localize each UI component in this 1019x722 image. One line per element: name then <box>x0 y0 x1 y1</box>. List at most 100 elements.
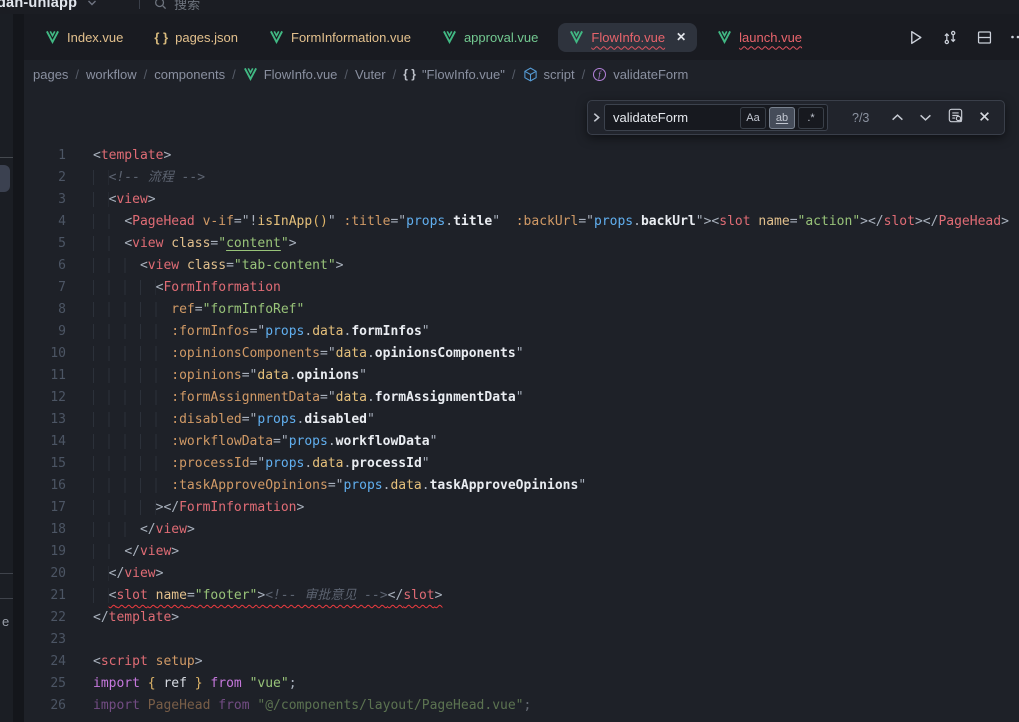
code-line-13[interactable]: 13 :disabled="props.disabled" <box>24 409 1019 431</box>
code-line-25[interactable]: 25import { ref } from "vue"; <box>24 673 1019 695</box>
breadcrumb-item-components[interactable]: components <box>154 67 225 82</box>
code-line-19[interactable]: 19 </view> <box>24 541 1019 563</box>
tab-list: Index.vue { }pages.json FormInformation.vu… <box>34 23 822 52</box>
code-line-8[interactable]: 8 ref="formInfoRef" <box>24 299 1019 321</box>
compare-changes-button[interactable] <box>941 29 959 46</box>
breadcrumb-item-vuter[interactable]: Vuter <box>355 67 386 82</box>
tab-pages-json[interactable]: { }pages.json <box>143 23 249 52</box>
line-number: 4 <box>24 211 66 233</box>
tab-forminformation-vue[interactable]: FormInformation.vue <box>258 23 422 52</box>
line-number: 7 <box>24 277 66 299</box>
code-line-12[interactable]: 12 :formAssignmentData="data.formAssignm… <box>24 387 1019 409</box>
breadcrumb-item-flowinfo-vue[interactable]: FlowInfo.vue <box>243 67 338 82</box>
code-line-4[interactable]: 4 <PageHead v-if="!isInApp()" :title="pr… <box>24 211 1019 233</box>
toggle-replace-chevron-icon[interactable] <box>588 112 604 123</box>
code-line-6[interactable]: 6 <view class="tab-content"> <box>24 255 1019 277</box>
editor-group: Index.vue { }pages.json FormInformation.vu… <box>24 14 1019 722</box>
function-icon: f <box>592 67 607 82</box>
find-next-button[interactable] <box>919 109 932 127</box>
code-line-15[interactable]: 15 :processId="props.data.processId" <box>24 453 1019 475</box>
breadcrumb-label: components <box>154 67 225 82</box>
breadcrumb: pages/workflow/components/FlowInfo.vue/V… <box>24 60 1019 88</box>
vue-icon <box>442 30 457 44</box>
more-actions-button[interactable] <box>1010 29 1019 45</box>
tab-approval-vue[interactable]: approval.vue <box>431 23 549 52</box>
line-number: 17 <box>24 497 66 519</box>
line-number: 20 <box>24 563 66 585</box>
code-line-3[interactable]: 3 <view> <box>24 189 1019 211</box>
line-content: <FormInformation <box>66 277 281 299</box>
code-line-5[interactable]: 5 <view class="content"> <box>24 233 1019 255</box>
find-input[interactable] <box>611 109 737 126</box>
close-icon[interactable]: ✕ <box>676 30 686 44</box>
panel-divider <box>0 157 13 158</box>
line-content: <!-- 流程 --> <box>66 167 205 189</box>
find-input-box: Aaab.* <box>604 104 828 131</box>
breadcrumb-separator: / <box>582 67 586 82</box>
global-search[interactable]: 搜索 <box>154 0 200 13</box>
tab-launch-vue[interactable]: launch.vue <box>706 23 813 52</box>
line-content: :opinions="data.opinions" <box>66 365 367 387</box>
chevron-down-icon[interactable] <box>87 0 97 12</box>
line-number: 21 <box>24 585 66 607</box>
tab-label: approval.vue <box>464 30 538 45</box>
code-line-11[interactable]: 11 :opinions="data.opinions" <box>24 365 1019 387</box>
tab-label: FlowInfo.vue <box>591 30 665 45</box>
svg-text:f: f <box>598 69 602 79</box>
code-line-7[interactable]: 7 <FormInformation <box>24 277 1019 299</box>
code-line-18[interactable]: 18 </view> <box>24 519 1019 541</box>
line-content: import { ref } from "vue"; <box>66 673 297 695</box>
breadcrumb-item-pages[interactable]: pages <box>33 67 68 82</box>
cropped-text: e <box>2 614 9 629</box>
find-match-count: ?/3 <box>852 111 869 125</box>
find-close-button[interactable] <box>979 109 990 127</box>
find-in-selection-button[interactable] <box>947 107 964 129</box>
tab-index-vue[interactable]: Index.vue <box>34 23 134 52</box>
whole-word-toggle[interactable]: ab <box>769 107 795 129</box>
find-previous-button[interactable] <box>891 109 904 127</box>
code-line-24[interactable]: 24<script setup> <box>24 651 1019 673</box>
code-line-23[interactable]: 23 <box>24 629 1019 651</box>
code-line-16[interactable]: 16 :taskApproveOpinions="props.data.task… <box>24 475 1019 497</box>
module-icon <box>523 67 538 82</box>
breadcrumb-item-flowinfo-vue[interactable]: { }"FlowInfo.vue" <box>403 67 505 82</box>
breadcrumb-item-validateform[interactable]: fvalidateForm <box>592 67 688 82</box>
panel-button-remnant[interactable] <box>0 165 10 192</box>
code-line-20[interactable]: 20 </view> <box>24 563 1019 585</box>
breadcrumb-label: pages <box>33 67 68 82</box>
line-number: 8 <box>24 299 66 321</box>
breadcrumb-separator: / <box>232 67 236 82</box>
breadcrumb-item-workflow[interactable]: workflow <box>86 67 137 82</box>
line-number: 3 <box>24 189 66 211</box>
code-line-1[interactable]: 1<template> <box>24 145 1019 167</box>
breadcrumb-label: Vuter <box>355 67 386 82</box>
code-editor[interactable]: 1<template>2 <!-- 流程 -->3 <view>4 <PageH… <box>24 145 1019 722</box>
tab-bar: Index.vue { }pages.json FormInformation.vu… <box>24 14 1019 60</box>
breadcrumb-label: script <box>544 67 575 82</box>
line-content: </view> <box>66 563 163 585</box>
code-line-10[interactable]: 10 :opinionsComponents="data.opinionsCom… <box>24 343 1019 365</box>
line-content: <view class="content"> <box>66 233 297 255</box>
find-widget: Aaab.* ?/3 <box>587 100 1005 135</box>
run-button[interactable] <box>907 29 924 46</box>
code-line-9[interactable]: 9 :formInfos="props.data.formInfos" <box>24 321 1019 343</box>
split-editor-button[interactable] <box>976 29 993 46</box>
line-number: 9 <box>24 321 66 343</box>
regex-toggle[interactable]: .* <box>798 107 824 129</box>
line-content: <slot name="footer"><!-- 审批意见 --></slot> <box>66 585 442 607</box>
tab-label: FormInformation.vue <box>291 30 411 45</box>
line-content: :taskApproveOpinions="props.data.taskApp… <box>66 475 586 497</box>
code-line-17[interactable]: 17 ></FormInformation> <box>24 497 1019 519</box>
breadcrumb-item-script[interactable]: script <box>523 67 575 82</box>
line-number: 1 <box>24 145 66 167</box>
tab-flowinfo-vue[interactable]: FlowInfo.vue ✕ <box>558 23 697 52</box>
code-line-14[interactable]: 14 :workflowData="props.workflowData" <box>24 431 1019 453</box>
code-line-22[interactable]: 22</template> <box>24 607 1019 629</box>
match-case-toggle[interactable]: Aa <box>740 107 766 129</box>
code-line-21[interactable]: 21 <slot name="footer"><!-- 审批意见 --></sl… <box>24 585 1019 607</box>
code-line-26[interactable]: 26import PageHead from "@/components/lay… <box>24 695 1019 717</box>
code-line-2[interactable]: 2 <!-- 流程 --> <box>24 167 1019 189</box>
line-content: :workflowData="props.workflowData" <box>66 431 437 453</box>
tab-label: launch.vue <box>739 30 802 45</box>
breadcrumb-separator: / <box>512 67 516 82</box>
